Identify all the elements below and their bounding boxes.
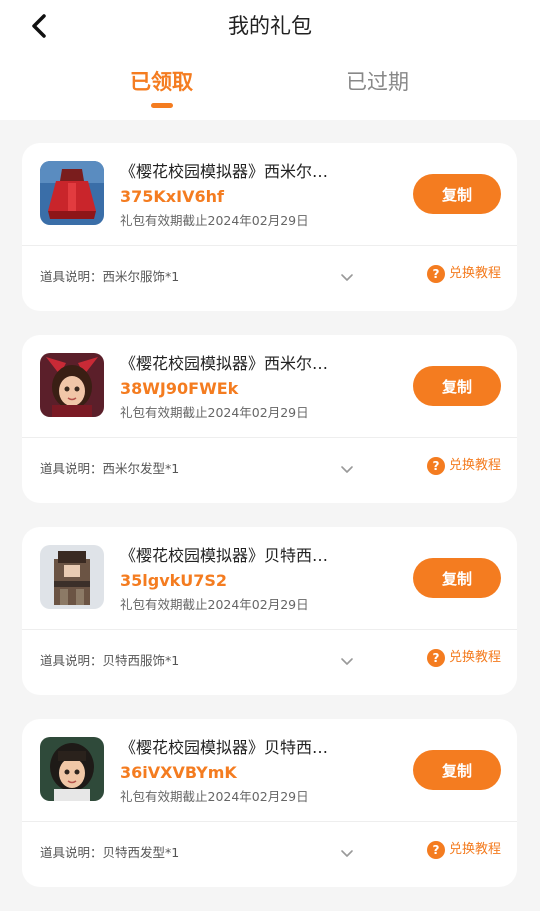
item-description: 道具说明：贝特西发型*1 (40, 845, 180, 860)
chevron-down-icon[interactable] (340, 654, 354, 668)
item-description: 道具说明：贝特西服饰*1 (40, 653, 180, 668)
item-description: 道具说明：西米尔服饰*1 (40, 269, 180, 284)
gift-code: 36iVXVBYmK (120, 763, 237, 782)
tab-active-indicator (151, 103, 173, 108)
redeem-guide-link[interactable]: ? 兑换教程 (426, 841, 501, 859)
redeem-guide-link[interactable]: ? 兑换教程 (426, 649, 501, 667)
tab-expired[interactable]: 已过期 (346, 66, 409, 98)
question-icon: ? (426, 457, 445, 475)
tab-claimed[interactable]: 已领取 (130, 66, 193, 98)
divider (22, 821, 517, 822)
question-icon: ? (426, 649, 445, 667)
copy-button[interactable]: 复制 (413, 174, 501, 214)
game-avatar (40, 545, 104, 609)
gift-card: 《樱花校园模拟器》贝特西… 35lgvkU7S2 礼包有效期截止2024年02月… (22, 527, 517, 695)
copy-button[interactable]: 复制 (413, 558, 501, 598)
gift-expiry: 礼包有效期截止2024年02月29日 (120, 789, 309, 804)
game-avatar (40, 161, 104, 225)
question-icon: ? (426, 265, 445, 283)
gift-expiry: 礼包有效期截止2024年02月29日 (120, 405, 309, 420)
gift-card: 《樱花校园模拟器》贝特西… 36iVXVBYmK 礼包有效期截止2024年02月… (22, 719, 517, 887)
gift-code: 35lgvkU7S2 (120, 571, 228, 590)
divider (22, 245, 517, 246)
gift-list: 《樱花校园模拟器》西米尔… 375KxIV6hf 礼包有效期截止2024年02月… (22, 143, 517, 911)
game-gift-name: 《樱花校园模拟器》贝特西… (120, 546, 329, 565)
gift-expiry: 礼包有效期截止2024年02月29日 (120, 597, 309, 612)
copy-button[interactable]: 复制 (413, 366, 501, 406)
chevron-down-icon[interactable] (340, 846, 354, 860)
game-gift-name: 《樱花校园模拟器》西米尔… (120, 354, 329, 373)
redeem-guide-label: 兑换教程 (448, 650, 501, 665)
question-icon: ? (426, 841, 445, 859)
tab-bar: 已领取 已过期 (0, 66, 540, 108)
redeem-guide-label: 兑换教程 (448, 842, 501, 857)
redeem-guide-link[interactable]: ? 兑换教程 (426, 457, 501, 475)
gift-code: 375KxIV6hf (120, 187, 224, 206)
chevron-down-icon[interactable] (340, 270, 354, 284)
game-gift-name: 《樱花校园模拟器》西米尔… (120, 162, 329, 181)
redeem-guide-label: 兑换教程 (448, 266, 501, 281)
copy-button[interactable]: 复制 (413, 750, 501, 790)
redeem-guide-link[interactable]: ? 兑换教程 (426, 265, 501, 283)
divider (22, 629, 517, 630)
gift-card: 《樱花校园模拟器》西米尔… 375KxIV6hf 礼包有效期截止2024年02月… (22, 143, 517, 311)
divider (22, 437, 517, 438)
chevron-down-icon[interactable] (340, 462, 354, 476)
item-description: 道具说明：西米尔发型*1 (40, 461, 180, 476)
gift-card: 《樱花校园模拟器》西米尔… 38WJ90FWEk 礼包有效期截止2024年02月… (22, 335, 517, 503)
page-title: 我的礼包 (228, 14, 312, 38)
gift-expiry: 礼包有效期截止2024年02月29日 (120, 213, 309, 228)
game-avatar (40, 737, 104, 801)
game-gift-name: 《樱花校园模拟器》贝特西… (120, 738, 329, 757)
header: 我的礼包 已领取 已过期 (0, 0, 540, 120)
gift-code: 38WJ90FWEk (120, 379, 239, 398)
redeem-guide-label: 兑换教程 (448, 458, 501, 473)
game-avatar (40, 353, 104, 417)
